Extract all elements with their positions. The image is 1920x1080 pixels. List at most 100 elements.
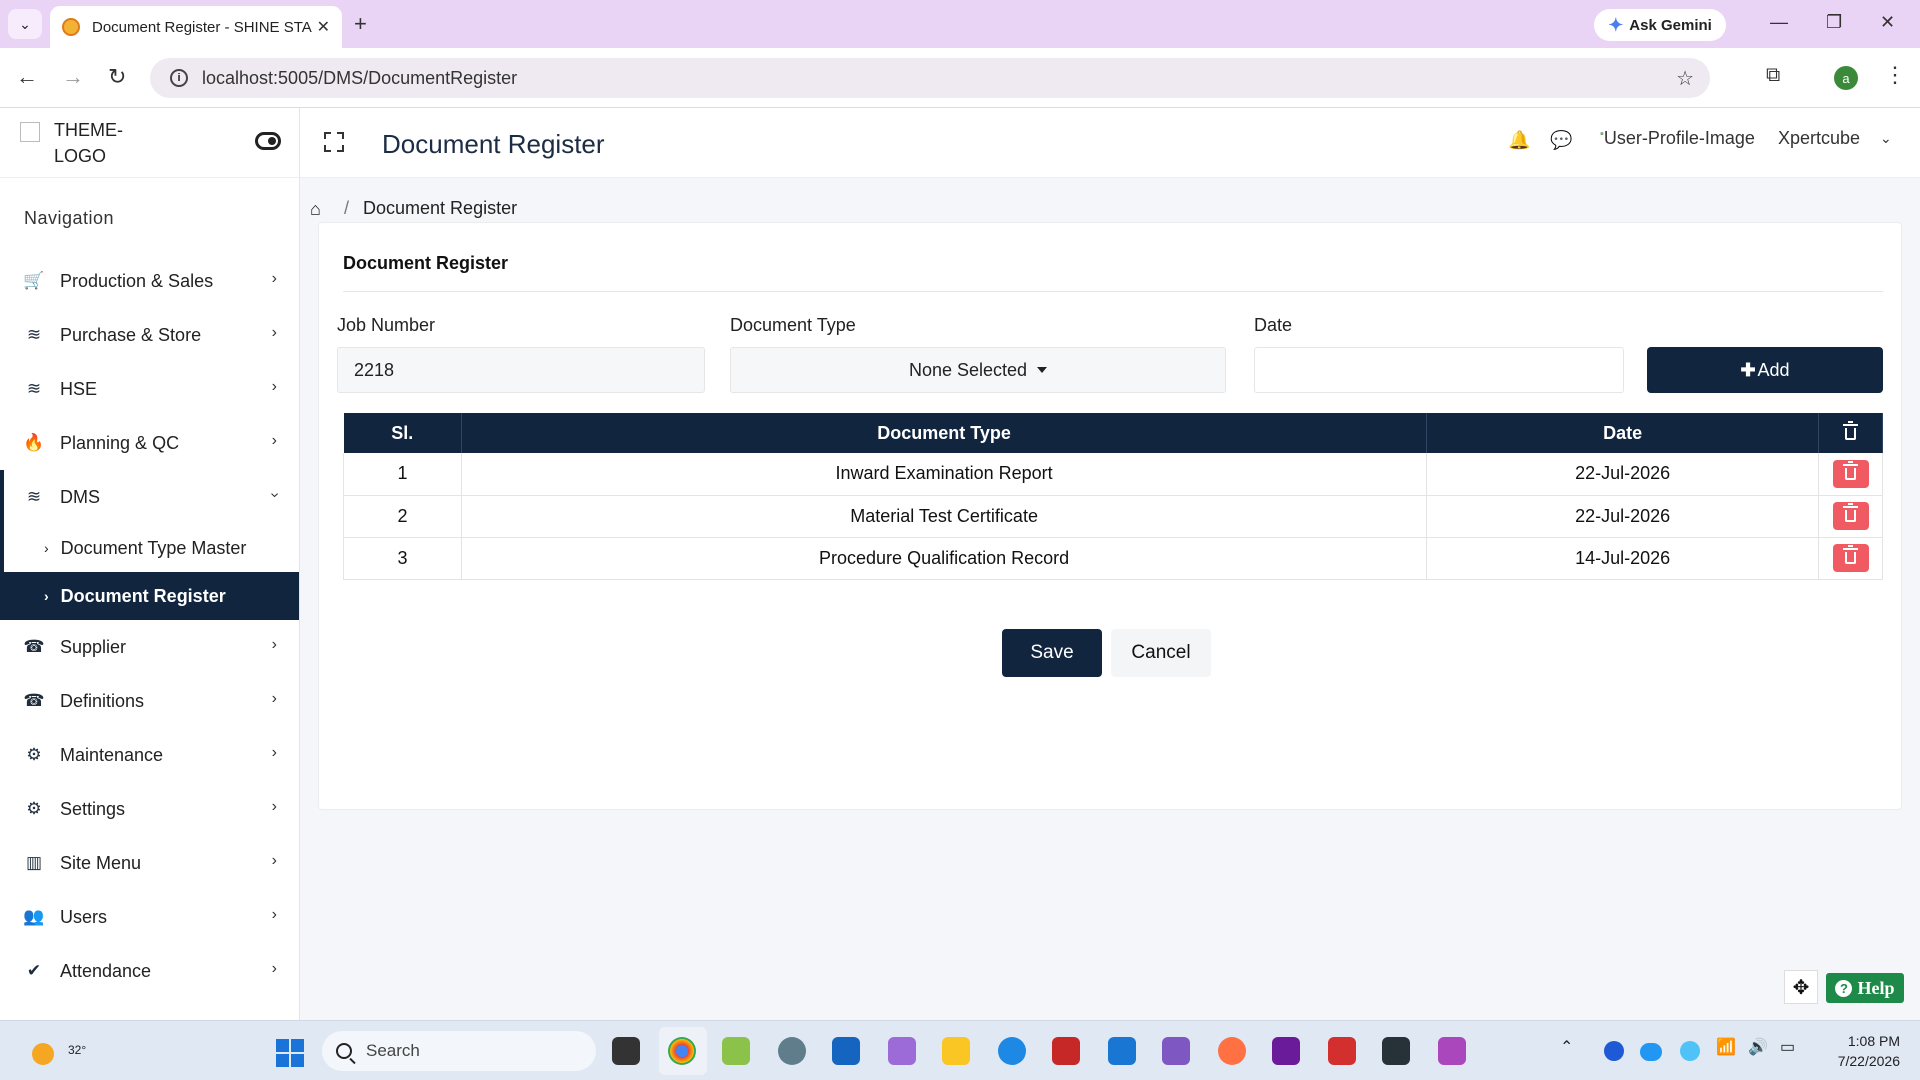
temperature: 32° — [68, 1043, 87, 1057]
documents-table: Sl. Document Type Date 1 Inward Examinat… — [343, 413, 1883, 580]
sidebar-item-dms[interactable]: ≋ DMS › — [0, 470, 299, 524]
sidebar-item-purchase-store[interactable]: ≋ Purchase & Store › — [0, 308, 299, 362]
user-name[interactable]: Xpertcube — [1778, 128, 1860, 149]
file-explorer-icon[interactable] — [942, 1037, 970, 1065]
sidebar-subitem-document-register[interactable]: › Document Register — [0, 572, 299, 620]
sidebar-item-hse[interactable]: ≋ HSE › — [0, 362, 299, 416]
message-icon[interactable]: 💬 — [1550, 130, 1572, 151]
browser-tab[interactable]: Document Register - SHINE STA ✕ — [50, 6, 342, 48]
restore-icon[interactable]: ❐ — [1826, 12, 1842, 33]
task-view-icon[interactable] — [612, 1037, 640, 1065]
date-label: Date — [1254, 315, 1293, 335]
search-icon — [336, 1043, 352, 1059]
sidebar-toggle-icon[interactable] — [255, 132, 281, 150]
ask-gemini-button[interactable]: ✦ Ask Gemini — [1594, 9, 1726, 41]
table-row: 3 Procedure Qualification Record 14-Jul-… — [343, 537, 1883, 580]
volume-icon[interactable]: 🔊 — [1748, 1037, 1772, 1065]
clock[interactable]: 1:08 PM 7/22/2026 — [1820, 1031, 1900, 1071]
app-icon[interactable] — [1108, 1037, 1136, 1065]
move-icon[interactable]: ✥ — [1784, 970, 1818, 1004]
sidebar-item-site-menu[interactable]: ▥ Site Menu › — [0, 836, 299, 890]
tab-search-button[interactable]: ⌄ — [8, 9, 42, 39]
sidebar-item-production-sales[interactable]: 🛒 Production & Sales › — [0, 254, 299, 308]
sidebar-item-users[interactable]: 👥 Users › — [0, 890, 299, 944]
new-tab-button[interactable]: + — [354, 11, 367, 37]
delete-row-button[interactable] — [1832, 544, 1869, 572]
browser-menu-icon[interactable]: ⋮ — [1884, 62, 1906, 88]
reload-icon[interactable]: ↻ — [108, 64, 126, 90]
tray-cloud-icon[interactable] — [1680, 1041, 1700, 1061]
app-icon[interactable] — [722, 1037, 750, 1065]
wifi-icon[interactable]: 📶 — [1716, 1037, 1740, 1065]
onedrive-icon[interactable] — [1640, 1043, 1662, 1061]
copilot-icon[interactable] — [888, 1037, 916, 1065]
cell-date: 22-Jul-2026 — [1426, 453, 1819, 496]
trash-icon — [1843, 545, 1858, 564]
sidebar-item-settings[interactable]: ⚙ Settings › — [0, 782, 299, 836]
sidebar-item-attendance[interactable]: ✔ Attendance › — [0, 944, 299, 998]
visual-studio-icon[interactable] — [1272, 1037, 1300, 1065]
sidebar-item-label: Purchase & Store — [60, 324, 202, 345]
nav-heading: Navigation — [24, 208, 115, 228]
sidebar-item-supplier[interactable]: ☎ Supplier › — [0, 620, 299, 674]
cell-delete — [1818, 453, 1883, 496]
sidebar-item-definitions[interactable]: ☎ Definitions › — [0, 674, 299, 728]
back-arrow-icon[interactable]: ← — [16, 64, 38, 90]
mcafee-icon[interactable] — [1052, 1037, 1080, 1065]
cell-document-type: Material Test Certificate — [461, 495, 1428, 538]
taskbar-search[interactable]: Search — [322, 1031, 596, 1071]
app-icon[interactable] — [1438, 1037, 1466, 1065]
bell-icon[interactable]: 🔔 — [1508, 130, 1530, 151]
sidebar-item-planning-qc[interactable]: 🔥 Planning & QC › — [0, 416, 299, 470]
document-type-selected: None Selected — [908, 359, 1028, 380]
url-text[interactable]: localhost:5005/DMS/DocumentRegister — [202, 68, 517, 89]
chevron-right-icon: › — [271, 798, 277, 815]
chrome-icon[interactable] — [668, 1037, 696, 1065]
delete-row-button[interactable] — [1832, 459, 1869, 488]
column-header-date: Date — [1426, 413, 1819, 453]
column-header-delete[interactable] — [1818, 413, 1883, 453]
edge-icon[interactable] — [998, 1037, 1026, 1065]
job-number-field[interactable]: 2218 — [337, 347, 705, 393]
start-button[interactable] — [276, 1039, 304, 1067]
terminal-icon[interactable] — [1382, 1037, 1410, 1065]
chevron-right-icon: › — [271, 690, 277, 707]
sidebar-item-label: Site Menu — [60, 852, 142, 873]
close-tab-icon[interactable]: ✕ — [317, 17, 330, 37]
user-profile-image[interactable]: ▪User-Profile-Image — [1600, 128, 1755, 149]
save-button[interactable]: Save — [1002, 629, 1102, 677]
forward-arrow-icon[interactable]: → — [62, 64, 84, 90]
chevron-down-icon[interactable]: ⌄ — [1880, 130, 1892, 147]
firefox-icon[interactable] — [1218, 1037, 1246, 1065]
extensions-icon[interactable]: ⧉ — [1766, 64, 1780, 87]
battery-icon[interactable]: ▭ — [1780, 1037, 1806, 1065]
delete-row-button[interactable] — [1832, 502, 1869, 530]
add-button[interactable]: ✚ Add — [1647, 347, 1883, 393]
chevron-up-icon[interactable]: ⌃ — [1560, 1037, 1578, 1065]
profile-avatar[interactable]: a — [1834, 66, 1858, 90]
wps-icon[interactable] — [1328, 1037, 1356, 1065]
weather-widget[interactable]: 32° — [28, 1033, 86, 1065]
document-type-select[interactable]: None Selected — [730, 347, 1226, 393]
tray-app-icon[interactable] — [1604, 1041, 1624, 1061]
sidebar-subitem-document-type-master[interactable]: › Document Type Master — [0, 524, 299, 572]
store-icon[interactable] — [832, 1037, 860, 1065]
home-icon[interactable]: ⌂ — [310, 199, 328, 219]
trash-icon — [1843, 460, 1858, 480]
sidebar-item-maintenance[interactable]: ⚙ Maintenance › — [0, 728, 299, 782]
site-info-icon[interactable]: i — [170, 69, 188, 87]
window-close-icon[interactable]: ✕ — [1880, 12, 1895, 33]
visual-studio-icon[interactable] — [1162, 1037, 1190, 1065]
bar-chart-icon: ▥ — [25, 853, 43, 872]
help-button[interactable]: ? Help — [1826, 973, 1904, 1003]
table-row: 1 Inward Examination Report 22-Jul-2026 — [343, 453, 1883, 496]
bookmark-star-icon[interactable]: ☆ — [1676, 66, 1694, 91]
fullscreen-icon[interactable] — [324, 132, 344, 152]
date-field[interactable] — [1254, 347, 1624, 393]
address-bar[interactable]: i localhost:5005/DMS/DocumentRegister ☆ — [150, 58, 1710, 98]
table-header-row: Sl. Document Type Date — [343, 413, 1883, 453]
minimize-icon[interactable]: — — [1770, 12, 1788, 33]
settings-gear-icon[interactable] — [778, 1037, 806, 1065]
cancel-button[interactable]: Cancel — [1111, 629, 1211, 677]
chevron-right-icon: › — [271, 906, 277, 923]
